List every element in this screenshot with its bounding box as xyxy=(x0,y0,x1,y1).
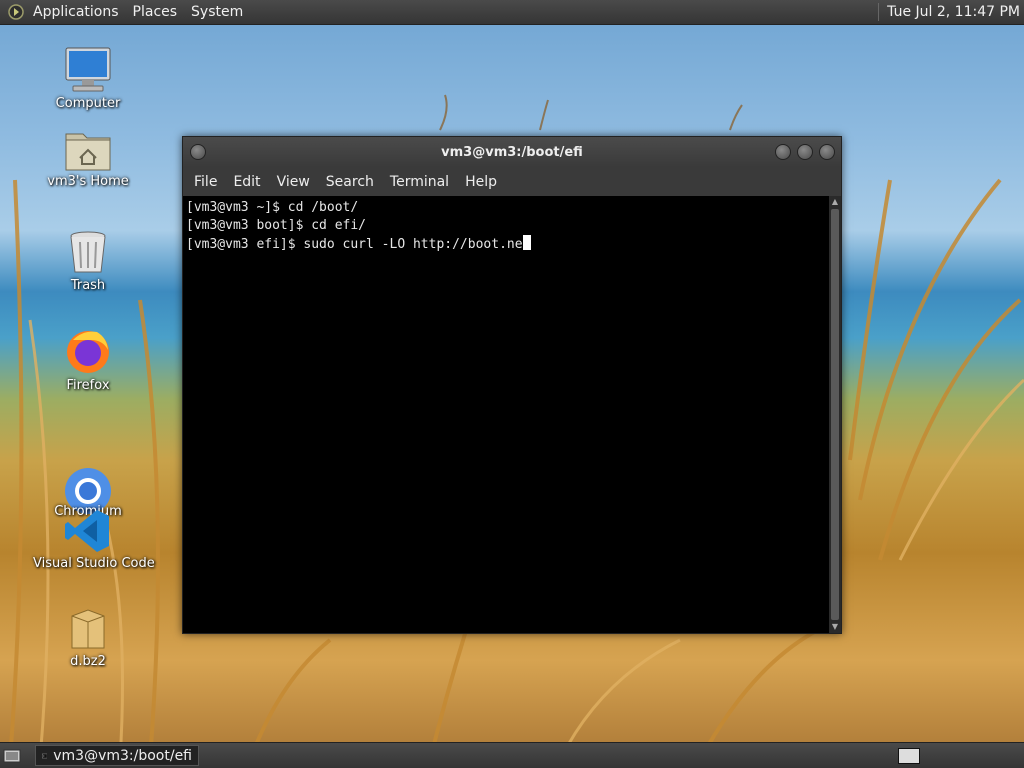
desktop-icon-archive[interactable]: d.bz2 xyxy=(33,608,143,669)
menu-edit[interactable]: Edit xyxy=(225,174,268,190)
clock[interactable]: Tue Jul 2, 11:47 PM xyxy=(878,3,1024,21)
desktop-icon-trash[interactable]: Trash xyxy=(33,228,143,293)
vscode-icon xyxy=(65,510,109,552)
scroll-down-arrow-icon[interactable]: ▼ xyxy=(829,621,841,633)
scroll-thumb[interactable] xyxy=(831,209,839,620)
desktop-icon-label: Visual Studio Code xyxy=(33,556,155,571)
terminal-window[interactable]: vm3@vm3:/boot/efi File Edit View Search … xyxy=(182,136,842,634)
desktop-icon-label: Trash xyxy=(70,278,106,293)
applications-logo-icon[interactable] xyxy=(8,4,24,20)
terminal-line: [vm3@vm3 ~]$ cd /boot/ xyxy=(186,200,359,215)
desktop-icon-label: d.bz2 xyxy=(70,654,106,669)
terminal-line: [vm3@vm3 efi]$ sudo curl -LO http://boot… xyxy=(186,235,826,254)
desktop-icon-computer[interactable]: Computer xyxy=(33,46,143,111)
terminal-output[interactable]: [vm3@vm3 ~]$ cd /boot/ [vm3@vm3 boot]$ c… xyxy=(183,196,829,633)
menu-file[interactable]: File xyxy=(186,174,225,190)
terminal-icon xyxy=(42,753,48,758)
clock-separator xyxy=(878,3,880,21)
panel-menu: Applications Places System xyxy=(26,4,250,20)
window-title: vm3@vm3:/boot/efi xyxy=(441,144,583,160)
menu-view[interactable]: View xyxy=(269,174,318,190)
terminal-line: [vm3@vm3 boot]$ cd efi/ xyxy=(186,218,367,233)
menu-search[interactable]: Search xyxy=(318,174,382,190)
places-menu[interactable]: Places xyxy=(126,4,185,20)
top-panel: Applications Places System Tue Jul 2, 11… xyxy=(0,0,1024,25)
bottom-panel: vm3@vm3:/boot/efi xyxy=(0,742,1024,768)
text-cursor xyxy=(522,235,531,250)
applications-menu[interactable]: Applications xyxy=(26,4,126,20)
desktop-icon-firefox[interactable]: Firefox xyxy=(33,326,143,393)
terminal-scrollbar[interactable]: ▲ ▼ xyxy=(829,196,841,633)
system-menu[interactable]: System xyxy=(184,4,250,20)
desktop-icon-home[interactable]: vm3's Home xyxy=(33,128,143,189)
scroll-up-arrow-icon[interactable]: ▲ xyxy=(829,196,841,208)
menu-terminal[interactable]: Terminal xyxy=(382,174,457,190)
minimize-button[interactable] xyxy=(775,144,791,160)
desktop-icon-label: vm3's Home xyxy=(47,174,129,189)
close-button[interactable] xyxy=(819,144,835,160)
desktop-icon-label: Computer xyxy=(55,96,121,111)
desktop-icon-vscode[interactable]: Visual Studio Code xyxy=(33,508,155,571)
window-titlebar[interactable]: vm3@vm3:/boot/efi xyxy=(183,137,841,167)
taskbar-item-label: vm3@vm3:/boot/efi xyxy=(53,747,192,764)
firefox-icon xyxy=(67,331,109,373)
taskbar-item-terminal[interactable]: vm3@vm3:/boot/efi xyxy=(35,745,199,766)
clock-text[interactable]: Tue Jul 2, 11:47 PM xyxy=(887,4,1024,20)
home-folder-icon xyxy=(65,133,111,171)
desktop-icon-label: Firefox xyxy=(66,378,110,393)
maximize-button[interactable] xyxy=(797,144,813,160)
computer-icon xyxy=(65,47,111,92)
show-desktop-icon[interactable] xyxy=(3,748,21,764)
workspace-switcher[interactable] xyxy=(898,747,920,764)
terminal-current-line[interactable]: [vm3@vm3 efi]$ sudo curl -LO http://boot… xyxy=(186,237,523,252)
archive-icon xyxy=(71,609,105,649)
terminal-menubar: File Edit View Search Terminal Help xyxy=(183,167,841,196)
window-controls xyxy=(775,144,835,160)
trash-icon xyxy=(70,231,106,273)
menu-help[interactable]: Help xyxy=(457,174,505,190)
